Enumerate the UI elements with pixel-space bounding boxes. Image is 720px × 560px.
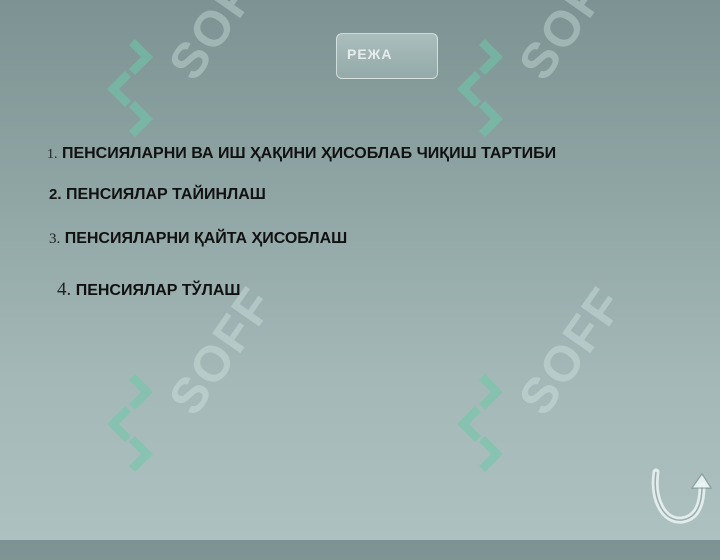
menu-item-number: 3. xyxy=(49,231,61,247)
menu-item-4[interactable]: 4. ПЕНСИЯЛАР ТЎЛАШ xyxy=(57,279,240,301)
watermark: SOFF xyxy=(445,277,675,560)
menu-item-label: ПЕНСИЯЛАР ТЎЛАШ xyxy=(75,282,241,299)
menu-item-label: ПЕНСИЯЛАРНИ ҚАЙТА ҲИСОБЛАШ xyxy=(64,230,348,247)
menu-item-1[interactable]: 1. ПЕНСИЯЛАРНИ ВА ИШ ҲАҚИНИ ҲИСОБЛАБ ЧИҚ… xyxy=(47,145,556,163)
soff-logo-icon xyxy=(457,39,503,137)
soff-logo-icon xyxy=(107,39,153,137)
menu-item-number: 2. xyxy=(49,186,62,203)
menu-item-number: 4. xyxy=(57,279,72,300)
menu-item-label: ПЕНСИЯЛАРНИ ВА ИШ ҲАҚИНИ ҲИСОБЛАБ ЧИҚИШ … xyxy=(61,145,557,162)
soff-logo-icon xyxy=(457,374,503,472)
watermark-text: SOFF xyxy=(507,276,635,425)
menu-item-number: 1. xyxy=(47,147,58,162)
menu-item-2[interactable]: 2. ПЕНСИЯЛАР ТАЙИНЛАШ xyxy=(49,186,266,204)
watermark: SOFF xyxy=(95,277,325,560)
watermark: SOFF xyxy=(445,0,675,225)
menu-item-3[interactable]: 3. ПЕНСИЯЛАРНИ ҚАЙТА ҲИСОБЛАШ xyxy=(49,230,347,248)
curved-arrow-icon[interactable] xyxy=(648,466,714,526)
watermark-text: SOFF xyxy=(507,0,635,90)
watermark-text: SOFF xyxy=(157,0,285,90)
menu-item-label: ПЕНСИЯЛАР ТАЙИНЛАШ xyxy=(65,186,266,203)
soff-logo-icon xyxy=(107,374,153,472)
plan-badge[interactable]: РЕЖА xyxy=(336,33,438,79)
